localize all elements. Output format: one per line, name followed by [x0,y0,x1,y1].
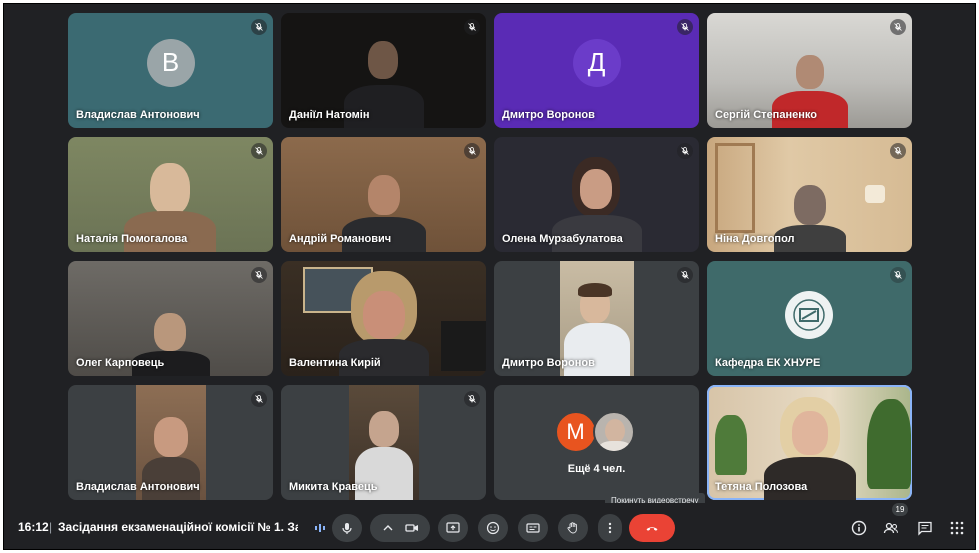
mic-off-icon [890,19,906,35]
emoji-button[interactable] [478,514,508,542]
participant-tile[interactable]: Тетяна Полозова [707,385,912,500]
people-button[interactable] [880,517,902,539]
avatar [592,411,635,453]
chevron-up-icon [383,525,393,531]
chat-button[interactable] [914,517,936,539]
participant-tile[interactable]: Микита Кравець [281,385,486,500]
plant [715,415,747,475]
more-vert-icon [608,522,612,534]
audio-level-indicator [308,514,332,542]
clock: 16:12 [18,520,49,534]
plant [867,399,911,489]
participant-tile[interactable]: Валентина Кирій [281,261,486,376]
participant-tile[interactable]: Дмитро Воронов [494,261,699,376]
participant-name: Владислав Антонович [76,481,200,493]
participant-name: Микита Кравець [289,481,378,493]
piano [441,321,486,371]
participant-tile[interactable]: Ніна Довгопол [707,137,912,252]
participant-tile[interactable]: Наталія Помогалова [68,137,273,252]
camera-icon [405,524,418,532]
participant-name: Даніїл Натомін [289,109,370,121]
department-logo [785,291,833,339]
participant-name: Валентина Кирій [289,357,381,369]
more-avatars: М [554,411,639,455]
participant-tile[interactable]: Д Дмитро Воронов [494,13,699,128]
camera-options-button[interactable] [370,514,430,542]
meeting-info-button[interactable] [848,517,870,539]
participant-tile[interactable]: Даніїл Натомін [281,13,486,128]
separator: | [49,520,53,534]
mic-off-icon [890,267,906,283]
more-count-label: Ещё 4 чел. [567,463,626,475]
mic-off-icon [890,143,906,159]
participant-name: Олена Мурзабулатова [502,233,623,245]
info-icon [851,520,867,536]
participant-tile[interactable]: Андрій Романович [281,137,486,252]
chat-icon [918,521,932,536]
participant-tile[interactable]: В Владислав Антонович [68,13,273,128]
mic-off-icon [464,391,480,407]
participant-tile[interactable]: Олена Мурзабулатова [494,137,699,252]
leave-call-button[interactable] [629,514,675,542]
emoji-icon [486,521,500,535]
mic-off-icon [251,391,267,407]
participant-name: Дмитро Воронов [502,109,595,121]
bottom-toolbar: 16:12 | Засідання екзаменаційної комісії… [4,503,975,549]
mic-button[interactable] [332,514,362,542]
participant-name: Владислав Антонович [76,109,200,121]
participant-name: Олег Карповець [76,357,165,369]
meeting-title: Засідання екзаменаційної комісії № 1. За… [58,520,298,534]
participant-tile[interactable]: Олег Карповець [68,261,273,376]
mic-off-icon [677,267,693,283]
mic-off-icon [464,19,480,35]
present-screen-icon [446,522,460,533]
participant-tile[interactable]: Владислав Антонович [68,385,273,500]
participant-tile[interactable]: Кафедра ЕК ХНУРЕ [707,261,912,376]
participant-name: Дмитро Воронов [502,357,595,369]
bookshelf [715,143,755,233]
captions-icon [526,523,540,533]
present-button[interactable] [438,514,468,542]
mic-off-icon [464,143,480,159]
people-count-badge: 19 [892,503,908,516]
captions-button[interactable] [518,514,548,542]
mic-off-icon [677,143,693,159]
mic-icon [342,523,352,534]
raise-hand-button[interactable] [558,514,588,542]
audio-level-icon [315,524,325,532]
participant-tile[interactable]: Сергій Степаненко [707,13,912,128]
participant-name: Наталія Помогалова [76,233,188,245]
hangup-icon [646,527,658,531]
activities-button[interactable] [946,517,968,539]
mic-off-icon [251,267,267,283]
raise-hand-icon [567,522,577,534]
avatar: М [554,411,597,453]
participant-name: Тетяна Полозова [715,481,808,493]
mic-off-icon [251,19,267,35]
more-options-button[interactable] [598,514,622,542]
apps-grid-icon [950,521,964,535]
avatar: В [146,38,195,87]
participant-name: Андрій Романович [289,233,392,245]
people-icon [883,522,899,534]
mic-off-icon [677,19,693,35]
lamp [865,185,885,203]
avatar: Д [572,38,621,87]
more-participants-tile[interactable]: М Ещё 4 чел. [494,385,699,500]
participant-grid: В Владислав Антонович Даніїл Натомін Д Д… [68,13,916,503]
participant-name: Сергій Степаненко [715,109,817,121]
participant-name: Кафедра ЕК ХНУРЕ [715,357,821,369]
participant-name: Ніна Довгопол [715,233,795,245]
mic-off-icon [251,143,267,159]
meet-window: В Владислав Антонович Даніїл Натомін Д Д… [3,3,976,550]
